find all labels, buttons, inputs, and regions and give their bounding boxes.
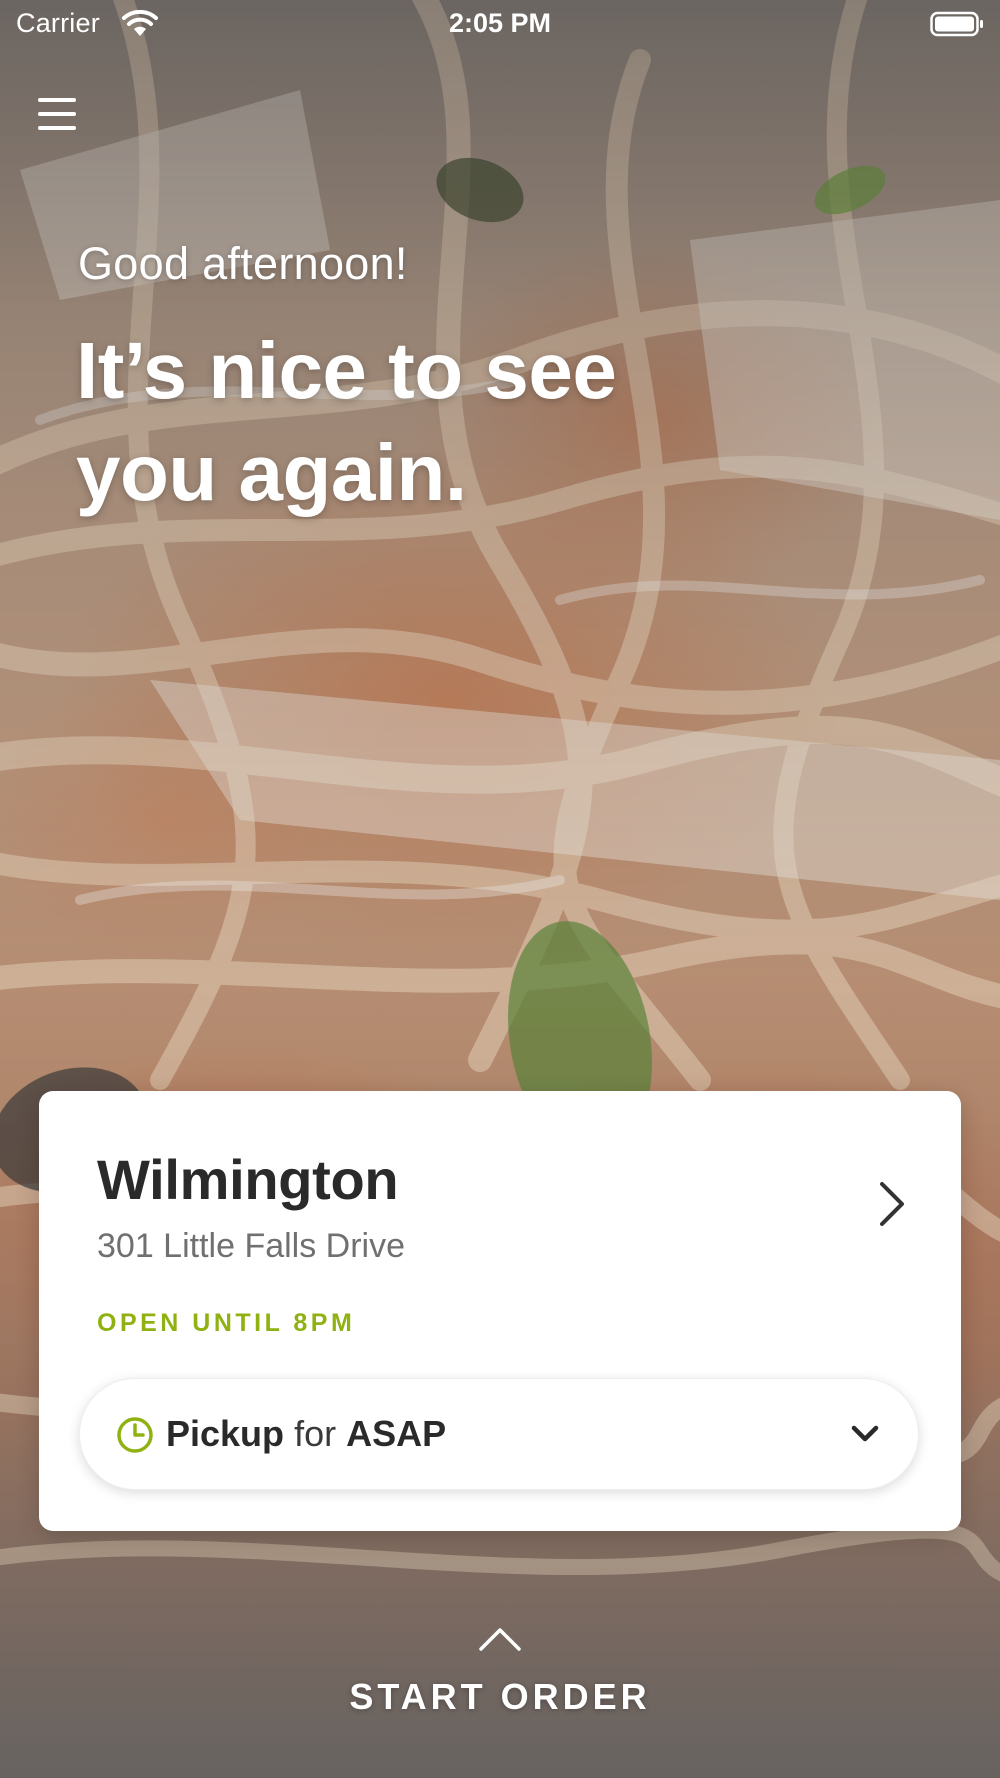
start-order-button[interactable]: START ORDER [300, 1620, 700, 1720]
headline-line-1: It’s nice to see [76, 326, 617, 415]
store-hours-status: OPEN UNTIL 8PM [97, 1309, 356, 1337]
welcome-headline: It’s nice to see you again. [76, 320, 696, 524]
battery-icon [930, 11, 983, 37]
status-bar: Carrier 2:05 PM [0, 0, 1000, 50]
order-mode-type: Pickup [166, 1413, 285, 1454]
chevron-down-icon[interactable] [850, 1423, 880, 1445]
order-mode-selector[interactable]: Pickup for ASAP [79, 1378, 919, 1490]
start-order-label: START ORDER [349, 1676, 651, 1717]
headline-line-2: you again. [76, 428, 467, 517]
menu-button[interactable] [30, 90, 86, 138]
order-mode-connector: for [294, 1413, 337, 1454]
store-name: Wilmington [97, 1148, 399, 1211]
store-address: 301 Little Falls Drive [97, 1227, 406, 1265]
status-time: 2:05 PM [448, 8, 552, 38]
hamburger-menu-icon [38, 98, 76, 130]
order-mode-time: ASAP [346, 1413, 447, 1454]
location-card[interactable]: Wilmington 301 Little Falls Drive OPEN U… [39, 1091, 961, 1531]
chevron-right-icon[interactable] [877, 1179, 907, 1229]
greeting-text: Good afternoon! [78, 238, 408, 289]
chevron-up-icon [479, 1628, 521, 1651]
clock-icon [117, 1417, 153, 1453]
order-mode-label: Pickup for ASAP [166, 1413, 446, 1455]
